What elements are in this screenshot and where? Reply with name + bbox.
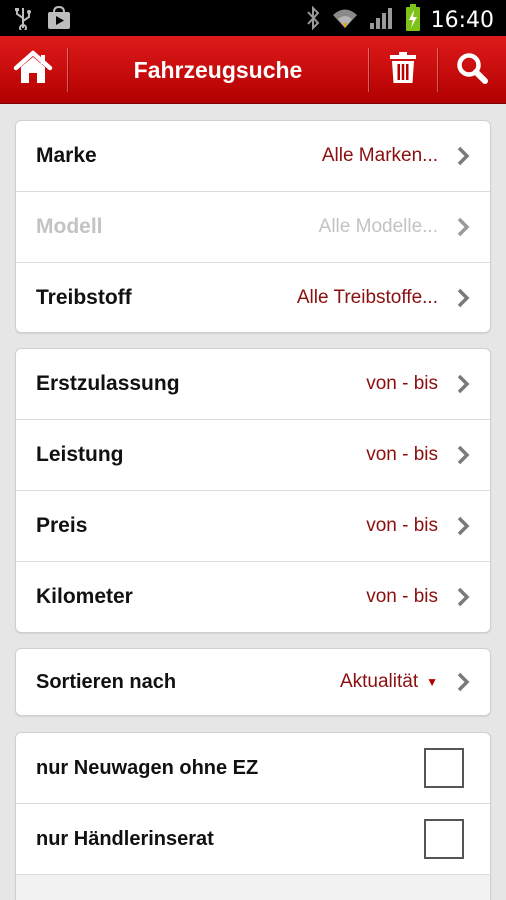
row-value: von - bis [366,586,438,607]
row-modell[interactable]: Modell Alle Modelle... [16,191,490,262]
row-value: von - bis [366,444,438,465]
sort-value: Aktualität [339,671,419,692]
store-icon [46,5,72,35]
row-haendlerinserat[interactable]: nur Händlerinserat [16,803,490,874]
list-item-partial [16,874,490,900]
sort-select[interactable]: Aktualität ▼ [340,649,438,715]
page-title: Fahrzeugsuche [133,57,303,83]
signal-icon [369,6,395,35]
delete-button[interactable] [370,36,436,104]
row-label: Kilometer [36,585,133,608]
dropdown-caret-icon: ▼ [426,675,438,689]
row-label: Preis [36,514,88,537]
row-label: Treibstoff [36,286,132,309]
battery-charging-icon [405,4,421,37]
home-button[interactable] [0,36,66,104]
chevron-right-icon [456,349,470,419]
app-bar: Fahrzeugsuche [0,36,506,104]
chevron-right-icon [456,263,470,332]
chevron-right-icon [456,121,470,191]
app-bar-separator [368,48,369,92]
chevron-right-icon [456,192,470,262]
wifi-icon [331,6,359,35]
row-value: Alle Marken... [321,145,438,166]
range-filter-group: Erstzulassung von - bis Leistung von - b… [15,348,491,633]
row-sort[interactable]: Sortieren nach Aktualität ▼ [16,649,490,715]
row-leistung[interactable]: Leistung von - bis [16,419,490,490]
neuwagen-checkbox[interactable] [424,748,464,788]
clock: 16:40 [430,7,494,33]
row-value: Alle Modelle... [318,216,438,237]
sort-group: Sortieren nach Aktualität ▼ [15,648,491,716]
row-treibstoff[interactable]: Treibstoff Alle Treibstoffe... [16,262,490,332]
row-label: Erstzulassung [36,372,180,395]
vehicle-filter-group: Marke Alle Marken... Modell Alle Modelle… [15,120,491,333]
chevron-right-icon [456,649,470,715]
row-erstzulassung[interactable]: Erstzulassung von - bis [16,349,490,419]
trash-icon [390,51,416,89]
haendlerinserat-checkbox[interactable] [424,819,464,859]
chevron-right-icon [456,491,470,561]
search-button[interactable] [438,36,506,104]
row-label: Marke [36,144,97,167]
row-neuwagen[interactable]: nur Neuwagen ohne EZ [16,733,490,803]
chevron-right-icon [456,562,470,632]
app-bar-separator [67,48,68,92]
usb-icon [14,6,32,35]
row-value: von - bis [366,515,438,536]
row-label: Sortieren nach [36,670,177,693]
row-label: Modell [36,215,103,238]
row-label: nur Händlerinserat [36,827,214,850]
row-label: Leistung [36,443,124,466]
checkbox-filter-group: nur Neuwagen ohne EZ nur Händlerinserat [15,732,491,900]
row-preis[interactable]: Preis von - bis [16,490,490,561]
row-label: nur Neuwagen ohne EZ [36,756,259,779]
search-icon [456,52,488,89]
row-marke[interactable]: Marke Alle Marken... [16,121,490,191]
bluetooth-icon [305,5,321,36]
status-bar: 16:40 [0,0,506,36]
row-value: Alle Treibstoffe... [296,287,438,308]
chevron-right-icon [456,420,470,490]
row-kilometer[interactable]: Kilometer von - bis [16,561,490,632]
row-value: von - bis [366,373,438,394]
home-icon [13,50,53,91]
